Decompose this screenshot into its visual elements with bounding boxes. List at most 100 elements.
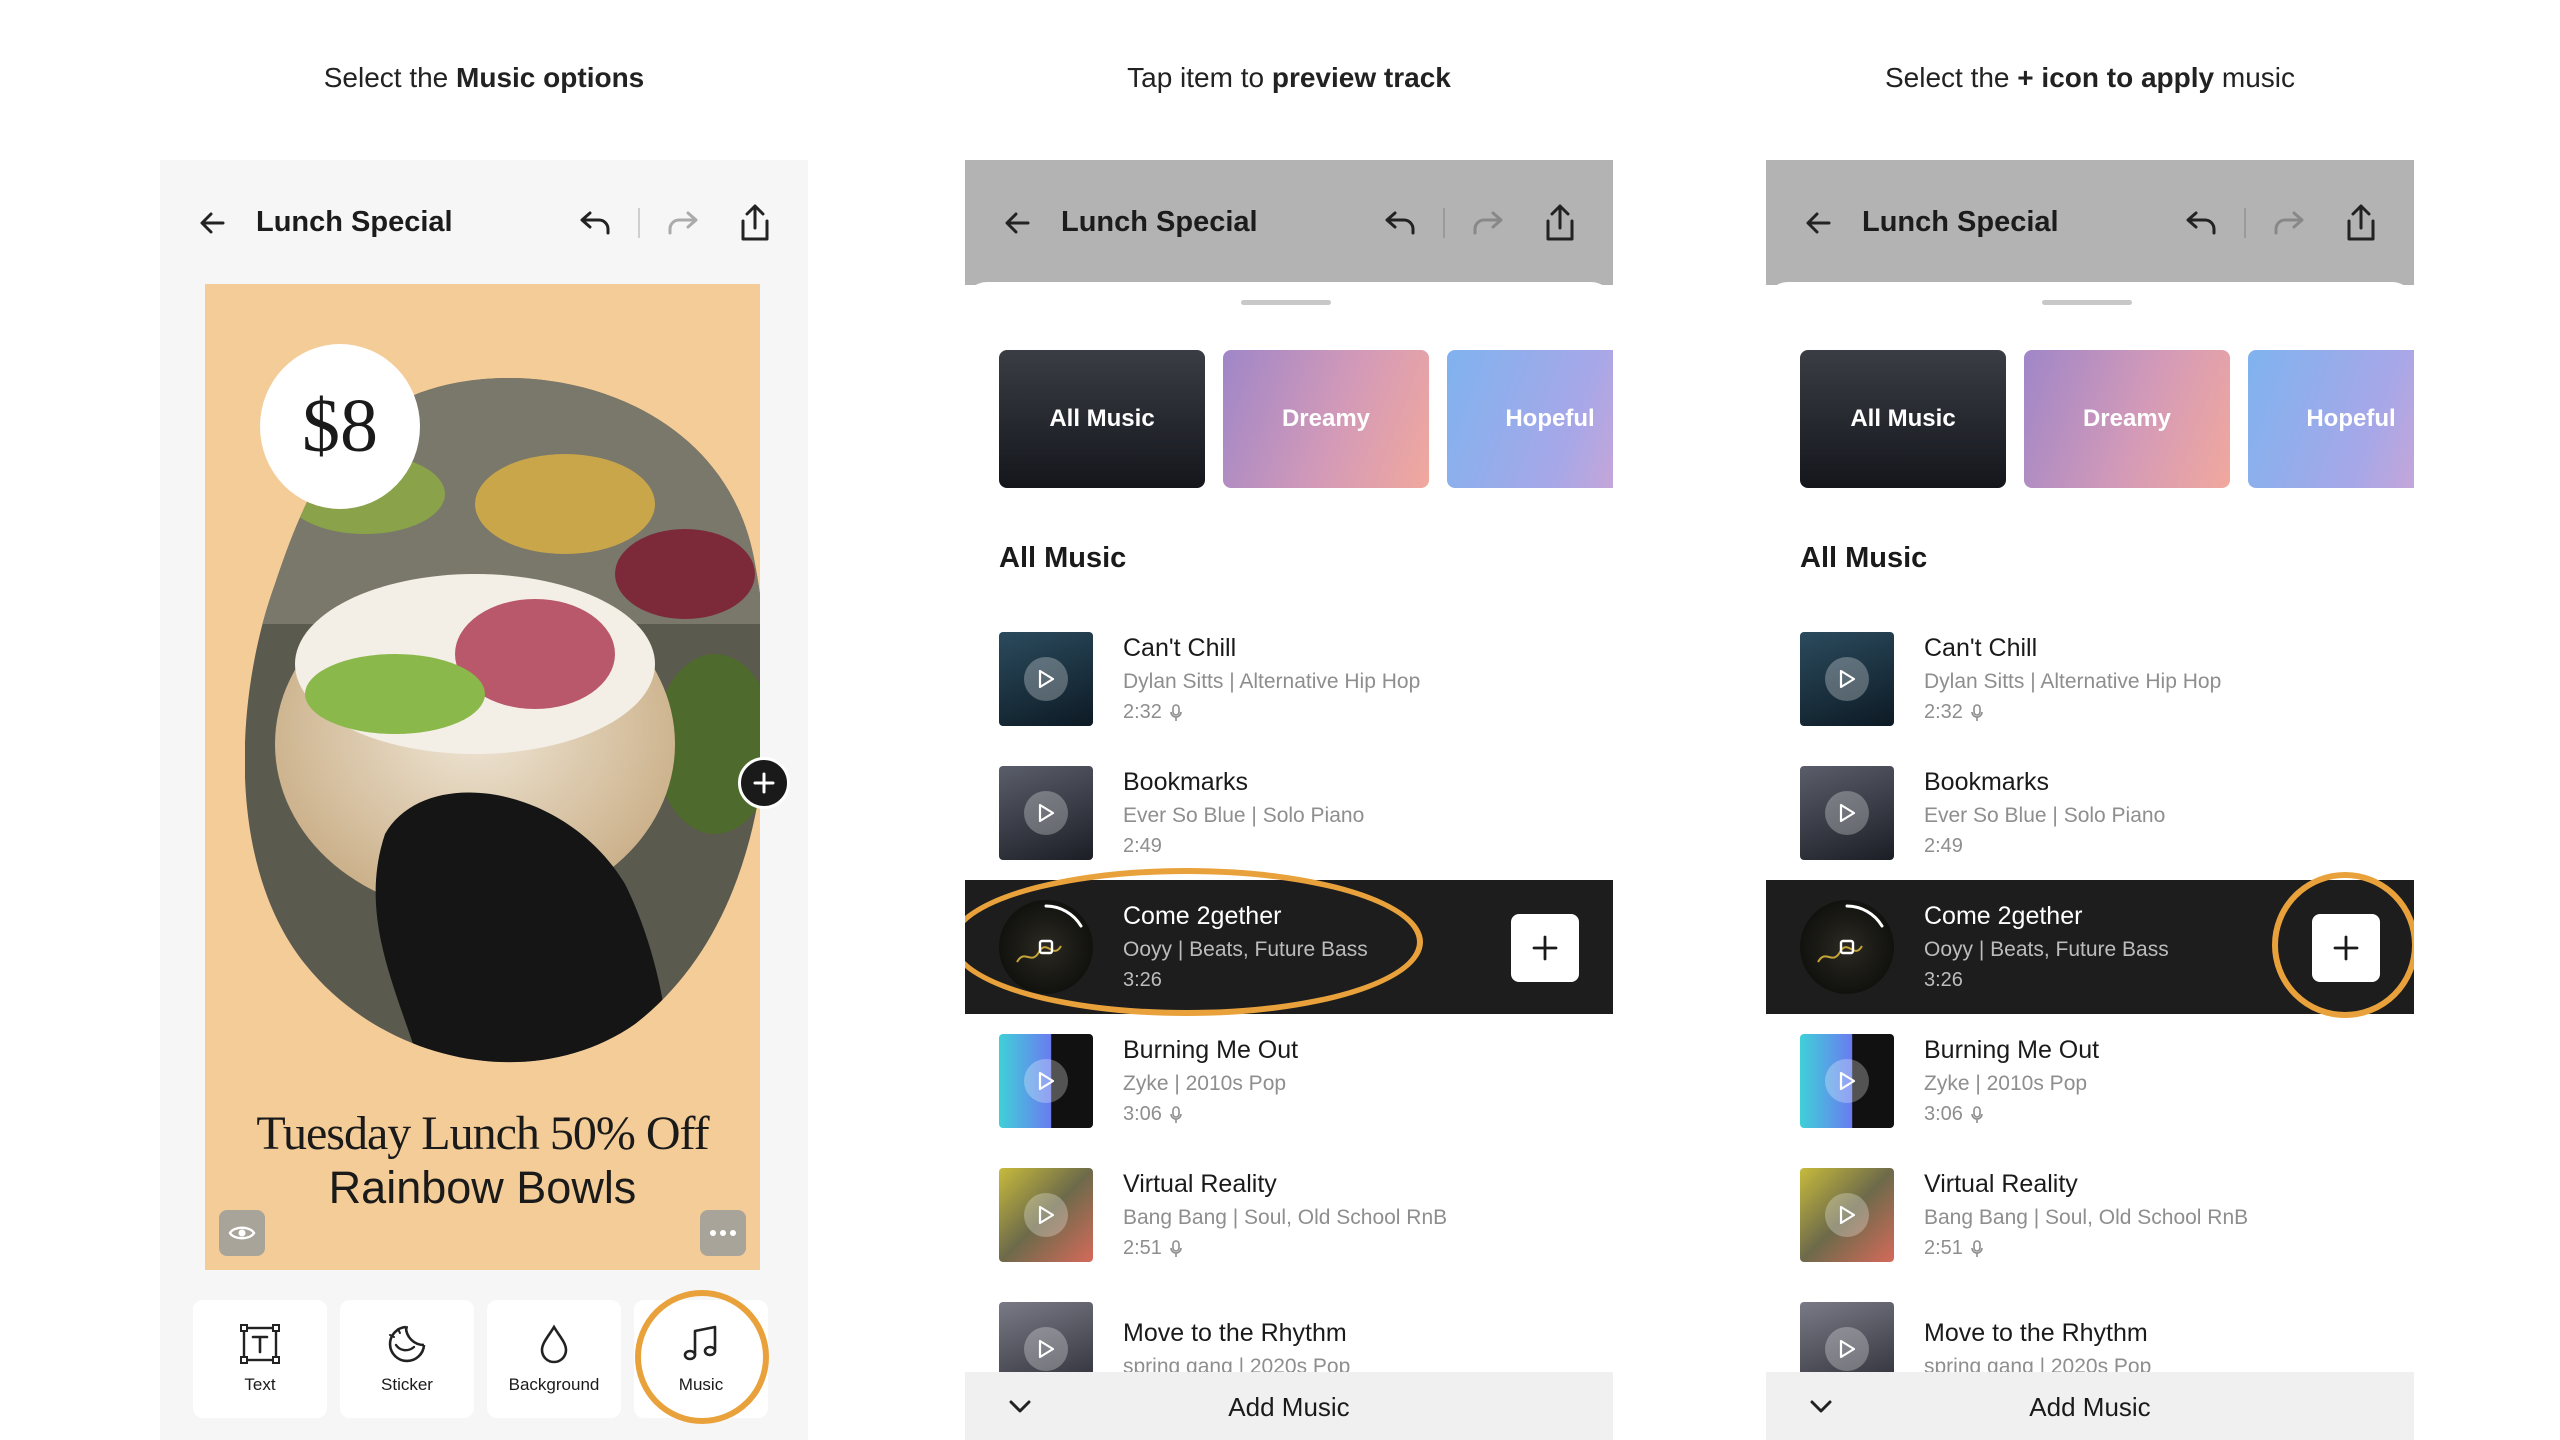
track-thumbnail	[1800, 632, 1894, 726]
music-picker-screen-apply: Lunch Special All Music Dreamy Hopeful A…	[1766, 160, 2414, 1440]
category-dreamy[interactable]: Dreamy	[1223, 350, 1429, 488]
divider	[638, 207, 640, 238]
plus-icon	[1532, 935, 1558, 961]
track-thumbnail	[1800, 766, 1894, 860]
redo-icon[interactable]	[1469, 207, 1505, 239]
stop-icon	[1839, 939, 1855, 955]
project-title: Lunch Special	[1862, 206, 2059, 238]
play-icon	[1038, 1339, 1055, 1359]
category-dreamy[interactable]: Dreamy	[2024, 350, 2230, 488]
redo-icon[interactable]	[664, 207, 700, 239]
track-list: Can't Chill Dylan Sitts | Alternative Hip…	[1766, 612, 2414, 1416]
project-title: Lunch Special	[256, 206, 453, 238]
add-music-bar: Add Music	[965, 1372, 1613, 1440]
top-bar: Lunch Special	[965, 160, 1613, 285]
play-icon	[1839, 669, 1856, 689]
sheet-drag-handle[interactable]	[1241, 300, 1331, 305]
headline-sans: Rainbow Bowls	[328, 1162, 637, 1213]
section-title: All Music	[999, 542, 1127, 574]
more-options-button[interactable]	[700, 1210, 746, 1256]
play-icon	[1839, 1071, 1856, 1091]
chevron-down-icon[interactable]	[1806, 1392, 1836, 1427]
share-icon[interactable]	[1543, 203, 1577, 243]
microphone-icon	[1170, 1239, 1182, 1257]
stop-icon	[1038, 939, 1054, 955]
microphone-icon	[1170, 703, 1182, 721]
editor-screen: Lunch Special $8 Tuesday Lunch 50% Off R…	[160, 160, 808, 1440]
chevron-down-icon[interactable]	[1005, 1392, 1035, 1427]
eye-icon	[228, 1226, 256, 1240]
divider	[1443, 207, 1445, 238]
track-row-active[interactable]: Come 2gether Ooyy | Beats, Future Bass 3:2…	[965, 880, 1613, 1014]
text-tool-button[interactable]: Text	[193, 1300, 327, 1418]
track-list: Can't Chill Dylan Sitts | Alternative Hip…	[965, 612, 1613, 1416]
track-row[interactable]: Virtual Reality Bang Bang | Soul, Old Sch…	[965, 1148, 1613, 1282]
microphone-icon	[1170, 1105, 1182, 1123]
share-icon[interactable]	[738, 203, 772, 243]
sticker-tool-button[interactable]: Sticker	[340, 1300, 474, 1418]
track-row[interactable]: Can't Chill Dylan Sitts | Alternative Hip…	[1766, 612, 2414, 746]
add-element-button[interactable]	[738, 757, 790, 809]
track-row[interactable]: Burning Me Out Zyke | 2010s Pop 3:06	[1766, 1014, 2414, 1148]
step-1-caption: Select the Music options	[323, 62, 645, 93]
section-title: All Music	[1800, 542, 1928, 574]
back-arrow-icon[interactable]	[1802, 206, 1836, 240]
background-tool-button[interactable]: Background	[487, 1300, 621, 1418]
divider	[2244, 207, 2246, 238]
track-thumbnail	[999, 1168, 1093, 1262]
back-arrow-icon[interactable]	[196, 206, 230, 240]
text-box-icon	[240, 1324, 280, 1364]
music-tool-button[interactable]: Music	[634, 1300, 768, 1418]
category-hopeful[interactable]: Hopeful	[1447, 350, 1613, 488]
undo-icon[interactable]	[2184, 207, 2220, 239]
play-icon	[1839, 1339, 1856, 1359]
top-bar: Lunch Special	[160, 160, 808, 285]
share-icon[interactable]	[2344, 203, 2378, 243]
preview-eye-button[interactable]	[219, 1210, 265, 1256]
add-music-label[interactable]: Add Music	[1766, 1392, 2414, 1423]
back-arrow-icon[interactable]	[1001, 206, 1035, 240]
play-icon	[1038, 1071, 1055, 1091]
track-row[interactable]: Virtual Reality Bang Bang | Soul, Old Sch…	[1766, 1148, 2414, 1282]
category-row: All Music Dreamy Hopeful	[999, 350, 1613, 488]
track-row[interactable]: Bookmarks Ever So Blue | Solo Piano 2:49	[1766, 746, 2414, 880]
add-music-label[interactable]: Add Music	[965, 1392, 1613, 1423]
undo-icon[interactable]	[1383, 207, 1419, 239]
track-thumbnail	[1800, 900, 1894, 994]
track-row[interactable]: Burning Me Out Zyke | 2010s Pop 3:06	[965, 1014, 1613, 1148]
undo-icon[interactable]	[578, 207, 614, 239]
plus-icon	[753, 772, 775, 794]
headline-serif: Tuesday Lunch 50% Off	[256, 1107, 709, 1160]
track-thumbnail	[1800, 1034, 1894, 1128]
track-row[interactable]: Can't Chill Dylan Sitts | Alternative Hip…	[965, 612, 1613, 746]
track-thumbnail	[999, 1034, 1093, 1128]
add-track-button[interactable]	[1511, 914, 1579, 982]
track-thumbnail	[999, 766, 1093, 860]
music-sheet: All Music Dreamy Hopeful All Music Can't…	[965, 282, 1613, 1440]
design-canvas[interactable]: $8 Tuesday Lunch 50% Off Rainbow Bowls	[205, 284, 760, 1270]
price-badge: $8	[260, 344, 420, 509]
track-thumbnail	[999, 900, 1093, 994]
track-row-active[interactable]: Come 2gether Ooyy | Beats, Future Bass 3:2…	[1766, 880, 2414, 1014]
category-all-music[interactable]: All Music	[1800, 350, 2006, 488]
plus-icon	[2333, 935, 2359, 961]
step-3-caption: Select the + icon to apply music	[1884, 62, 2296, 93]
category-row: All Music Dreamy Hopeful	[1800, 350, 2414, 488]
play-icon	[1038, 803, 1055, 823]
sticker-icon	[388, 1325, 426, 1363]
redo-icon[interactable]	[2270, 207, 2306, 239]
category-all-music[interactable]: All Music	[999, 350, 1205, 488]
track-thumbnail	[999, 632, 1093, 726]
top-bar: Lunch Special	[1766, 160, 2414, 285]
editor-toolbar: Text Sticker Background Music	[193, 1300, 768, 1418]
play-icon	[1839, 803, 1856, 823]
play-icon	[1038, 1205, 1055, 1225]
drop-icon	[540, 1324, 568, 1364]
sheet-drag-handle[interactable]	[2042, 300, 2132, 305]
category-hopeful[interactable]: Hopeful	[2248, 350, 2414, 488]
track-row[interactable]: Bookmarks Ever So Blue | Solo Piano 2:49	[965, 746, 1613, 880]
microphone-icon	[1971, 1105, 1983, 1123]
add-track-button[interactable]	[2312, 914, 2380, 982]
add-music-bar: Add Music	[1766, 1372, 2414, 1440]
music-note-icon	[683, 1325, 717, 1361]
